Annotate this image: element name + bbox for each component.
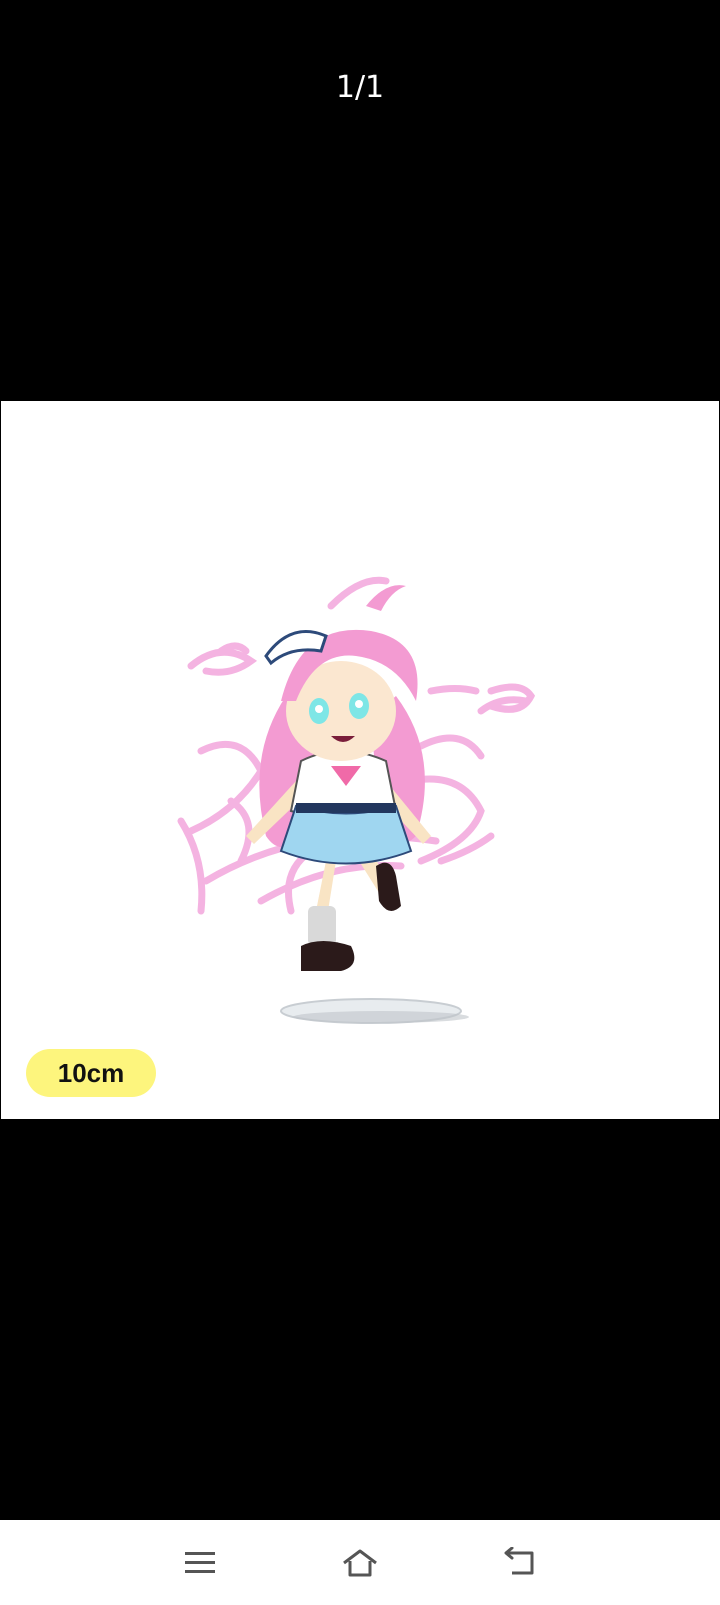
menu-button[interactable] [170,1538,230,1588]
system-nav-bar [0,1520,720,1605]
back-button[interactable] [490,1538,550,1588]
image-counter: 1/1 [335,70,385,105]
acrylic-stand-character-image [177,576,536,1024]
back-icon [504,1547,534,1575]
image-viewer[interactable]: 10cm [1,401,719,1119]
home-button[interactable] [330,1538,390,1588]
size-badge: 10cm [26,1049,156,1097]
menu-icon [185,1552,215,1573]
home-icon [343,1549,377,1577]
